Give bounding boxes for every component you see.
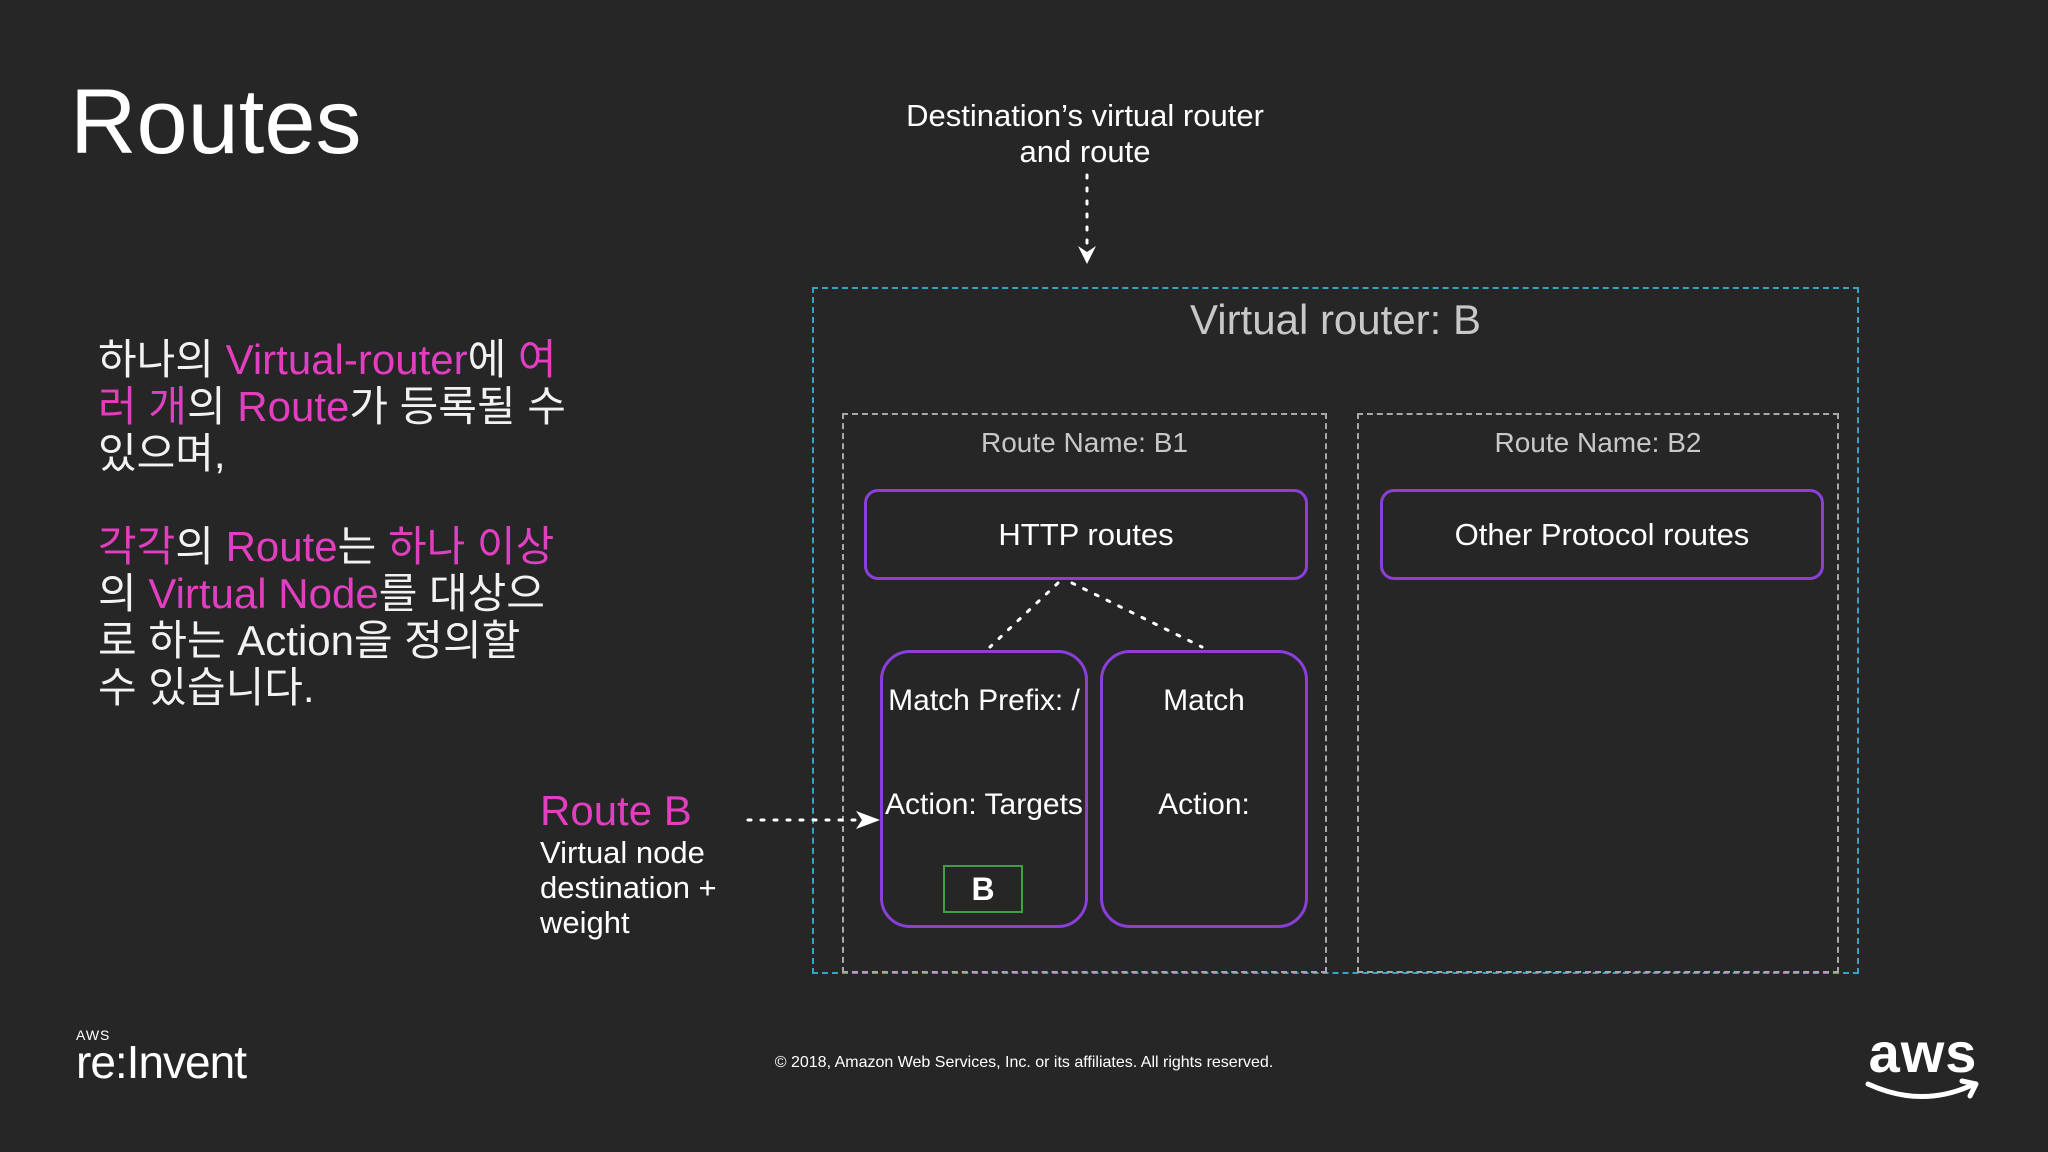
reinvent-logo-text: re:Invent: [76, 1036, 247, 1088]
http-to-match-prefix-line: [988, 581, 1060, 649]
aws-logo-text: aws: [1868, 1021, 1978, 1084]
connector-layer: [746, 173, 1204, 829]
copyright-notice: © 2018, Amazon Web Services, Inc. or its…: [774, 1054, 1274, 1071]
http-to-match-line: [1070, 581, 1204, 649]
aws-logo: aws: [1862, 1021, 1984, 1109]
aws-smile-icon: [1865, 1078, 1979, 1099]
route-b-arrowhead-icon: [856, 811, 880, 829]
reinvent-logo: AWS re:Invent: [76, 1028, 247, 1088]
destination-arrowhead-icon: [1078, 246, 1096, 264]
